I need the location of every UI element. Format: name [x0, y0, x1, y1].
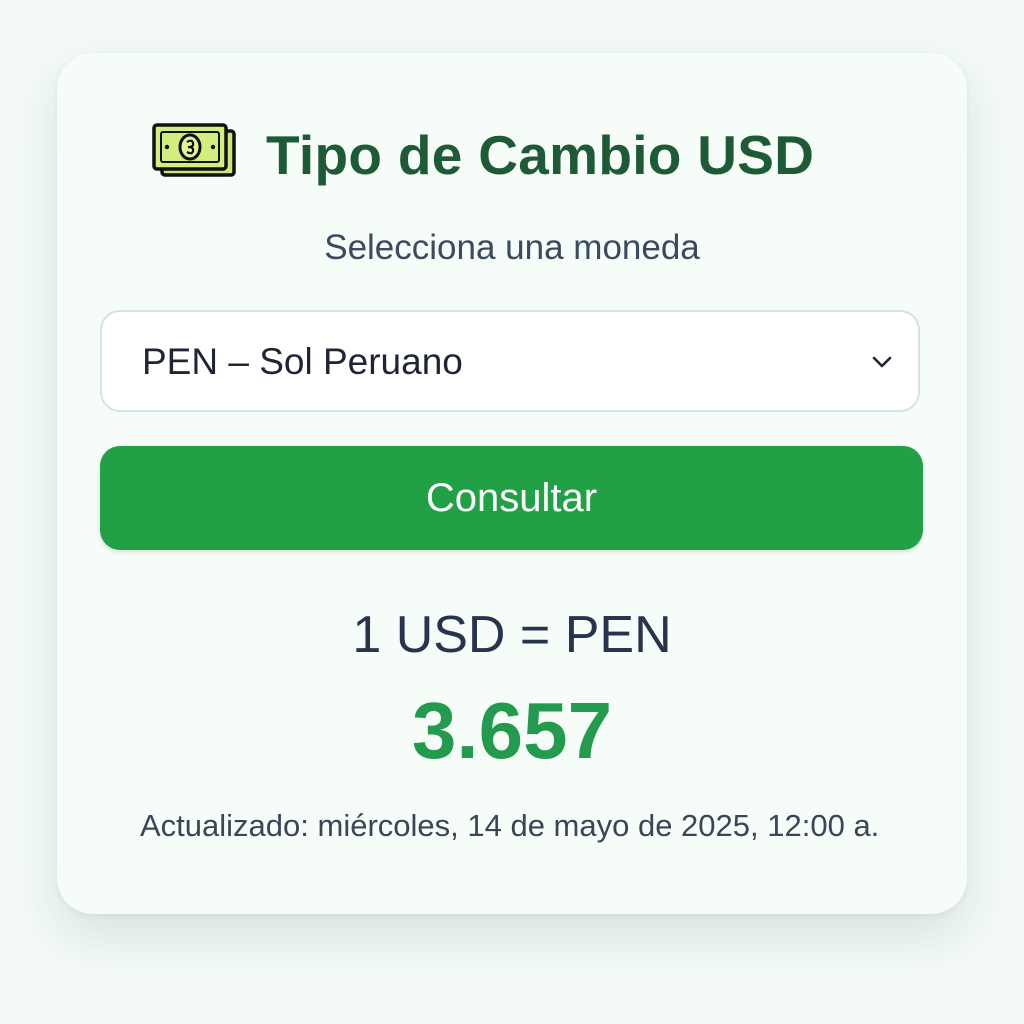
currency-select-value: PEN – Sol Peruano — [142, 341, 463, 382]
rate-value: 3.657 — [411, 686, 613, 775]
money-bill-icon — [152, 123, 236, 177]
currency-select[interactable]: PEN – Sol Peruano — [100, 310, 920, 412]
currency-prompt: Selecciona una moneda — [324, 228, 700, 267]
chevron-down-icon — [872, 356, 892, 368]
updated-timestamp: Actualizado: miércoles, 14 de mayo de 20… — [140, 808, 880, 843]
consult-button[interactable]: Consultar — [100, 446, 923, 550]
rate-pair-label: 1 USD = PEN — [352, 606, 672, 664]
header: Tipo de Cambio USD — [0, 118, 1024, 188]
page-title: Tipo de Cambio USD — [266, 124, 815, 186]
